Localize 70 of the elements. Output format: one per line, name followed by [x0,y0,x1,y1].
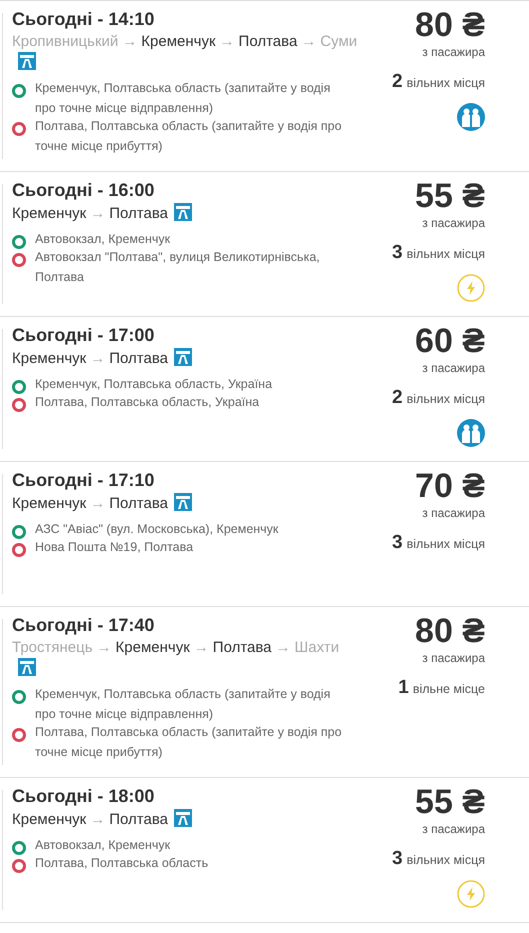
stop-marker-icon [12,841,26,855]
highway-icon [174,493,192,511]
stop-address: Полтава, Полтавська область (запитайте у водія про точне місце прибуття) [35,118,343,155]
trip-card[interactable]: Сьогодні - 16:00 Кременчук → Полтава Автовокзал, Кременчук Автовокзал "Полтава", вулиця Великотирнівська, Полтава 55 ₴ з пасажира 3 вільних місця [0,172,529,317]
seats-count: 2 [392,71,403,92]
trip-time: Сьогодні - 17:10 [12,470,156,491]
price: 60 ₴ [415,323,485,359]
trip-time: Сьогодні - 14:10 [12,9,156,30]
price-note: з пасажира [422,216,485,230]
seats-count: 1 [398,677,409,698]
highway-icon [174,203,192,221]
price-note: з пасажира [422,651,485,665]
trip-card[interactable]: Сьогодні - 17:10 Кременчук → Полтава АЗС "Авіас" (вул. Московська), Кременчук Нова Пошта №19, Полтава 70 ₴ з пасажира 3 вільних місця [0,462,529,607]
stop-address: Автовокзал, Кременчук [35,231,170,248]
route-text: Кропивницький → Кременчук → Полтава → Суми [12,33,358,71]
stop-address: Автовокзал "Полтава", вулиця Великотирнівська, Полтава [35,249,321,286]
highway-icon [174,348,192,366]
seats-label: вільних місця [406,537,485,551]
seats-label: вільних місця [406,853,485,867]
route-text: Кременчук → Полтава [12,811,192,828]
seats-label: вільних місця [406,247,485,261]
stop-marker-icon [12,398,26,412]
price-note: з пасажира [422,506,485,520]
seats-label: вільних місця [406,76,485,90]
trip-time: Сьогодні - 17:00 [12,325,156,346]
price: 55 ₴ [415,784,485,820]
route-text: Кременчук → Полтава [12,495,192,512]
price-note: з пасажира [422,45,485,59]
stop-marker-icon [12,253,26,267]
stop-address: Автовокзал, Кременчук [35,837,170,854]
highway-icon [18,658,36,676]
stop-address: Полтава, Полтавська область, Україна [35,394,260,411]
stop-address: Кременчук, Полтавська область, Україна [35,376,272,393]
route-text: Кременчук → Полтава [12,350,192,367]
seats-label: вільних місця [406,392,485,406]
trip-card[interactable]: Сьогодні - 18:00 Кременчук → Полтава Автовокзал, Кременчук Полтава, Полтавська область 55 ₴ з пасажира 3 вільних місця [0,778,529,923]
seats-count: 3 [392,848,403,869]
stop-marker-icon [12,543,26,557]
price-note: з пасажира [422,361,485,375]
stop-address: Кременчук, Полтавська область (запитайте у водія про точне місце відправлення) [35,80,332,117]
stop-marker-icon [12,525,26,539]
stop-address: АЗС "Авіас" (вул. Московська), Кременчук [35,521,278,538]
price: 80 ₴ [415,7,485,43]
seats-count: 3 [392,242,403,263]
stop-marker-icon [12,235,26,249]
stop-marker-icon [12,380,26,394]
stop-address: Полтава, Полтавська область (запитайте у водія про точне місце прибуття) [35,724,343,761]
stop-address: Полтава, Полтавська область [35,855,208,872]
stop-marker-icon [12,84,26,98]
stop-marker-icon [12,122,26,136]
seats-count: 2 [392,387,403,408]
trip-time: Сьогодні - 18:00 [12,786,156,807]
price: 70 ₴ [415,468,485,504]
stop-marker-icon [12,728,26,742]
price: 80 ₴ [415,613,485,649]
trip-time: Сьогодні - 17:40 [12,615,156,636]
seats-label: вільне місце [412,682,485,696]
trip-card[interactable]: Сьогодні - 17:00 Кременчук → Полтава Кременчук, Полтавська область, Україна Полтава, Полтавська область, Україна 60 ₴ з пасажира 2 вільних місця [0,317,529,462]
highway-icon [18,52,36,70]
stop-address: Нова Пошта №19, Полтава [35,539,194,556]
price: 55 ₴ [415,178,485,214]
stop-marker-icon [12,690,26,704]
seats-count: 3 [392,532,403,553]
stop-address: Кременчук, Полтавська область (запитайте у водія про точне місце відправлення) [35,686,332,723]
route-text: Тростянець → Кременчук → Полтава → Шахти [12,639,340,677]
stop-marker-icon [12,859,26,873]
price-note: з пасажира [422,822,485,836]
route-text: Кременчук → Полтава [12,205,192,222]
trip-time: Сьогодні - 16:00 [12,180,156,201]
highway-icon [174,809,192,827]
